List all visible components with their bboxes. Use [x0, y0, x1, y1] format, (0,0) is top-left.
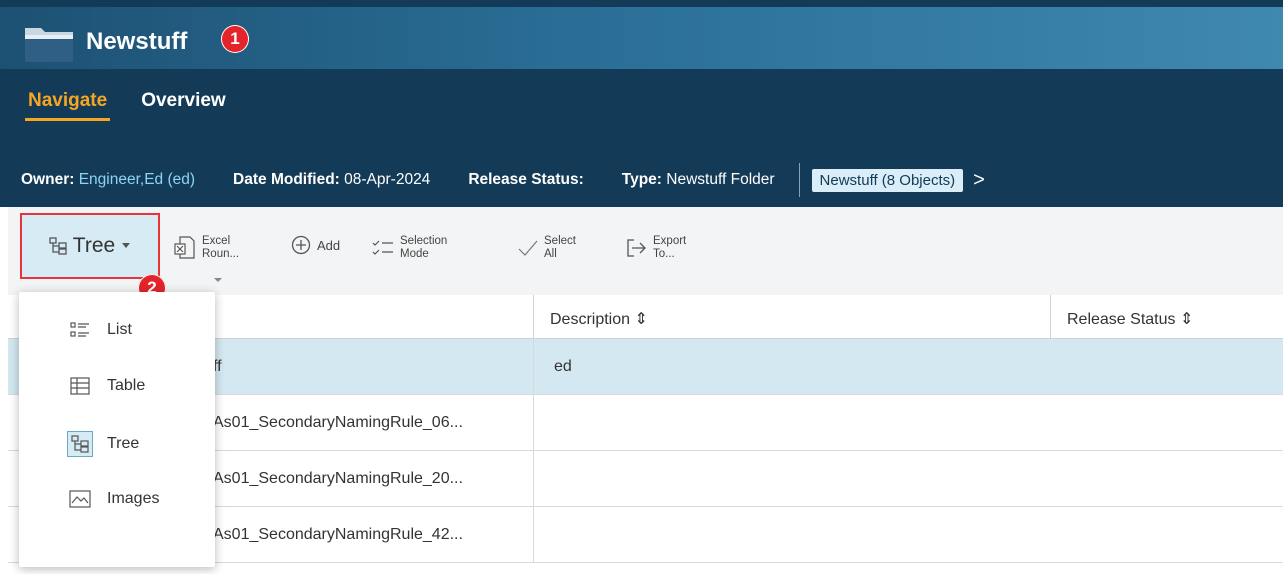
- images-icon: [67, 486, 93, 512]
- add-button[interactable]: Add: [291, 235, 340, 255]
- chevron-right-icon[interactable]: >: [973, 169, 985, 192]
- menu-item-images[interactable]: Images: [67, 486, 159, 512]
- checklist-icon: [372, 240, 393, 255]
- select-all-button[interactable]: Select All: [518, 235, 576, 261]
- owner-info: Owner: Engineer,Ed (ed): [21, 171, 196, 188]
- folder-icon: [25, 28, 73, 62]
- menu-item-table[interactable]: Table: [67, 373, 145, 399]
- caret-down-icon: [122, 243, 131, 248]
- menu-item-tree[interactable]: Tree: [67, 431, 139, 457]
- release-info: Release Status:: [468, 171, 584, 188]
- view-mode-label: Tree: [72, 234, 116, 257]
- menu-item-list[interactable]: List: [67, 317, 132, 343]
- tab-navigate[interactable]: Navigate: [24, 90, 111, 121]
- date-info: Date Modified: 08-Apr-2024: [233, 171, 431, 188]
- tab-bar: Navigate Overview: [24, 90, 226, 121]
- page-title: Newstuff: [86, 28, 188, 55]
- tab-overview[interactable]: Overview: [141, 90, 226, 112]
- title-strip: Newstuff 1: [0, 7, 1283, 69]
- header-bar: Newstuff 1 Navigate Overview Owner: Engi…: [0, 0, 1283, 207]
- selection-mode-button[interactable]: Selection Mode: [372, 235, 447, 261]
- excel-icon: [174, 236, 195, 259]
- list-icon: [67, 317, 93, 343]
- caret-down-icon[interactable]: [213, 277, 223, 284]
- tree-icon: [67, 431, 93, 457]
- step-badge-1: 1: [221, 25, 249, 53]
- plus-circle-icon: [291, 235, 311, 255]
- divider: [798, 163, 800, 197]
- column-header-description[interactable]: Description ⇕: [534, 295, 1051, 339]
- tree-icon: [49, 237, 67, 255]
- type-info: Type: Newstuff Folder: [621, 171, 775, 188]
- view-mode-button[interactable]: Tree: [20, 213, 160, 279]
- checkmark-icon: [518, 240, 538, 256]
- column-header-release-status[interactable]: Release Status ⇕: [1051, 295, 1283, 339]
- table-icon: [67, 373, 93, 399]
- breadcrumb[interactable]: Newstuff (8 Objects): [811, 168, 964, 192]
- excel-roundtrip-button[interactable]: Excel Roun...: [174, 235, 239, 261]
- export-button[interactable]: Export To...: [625, 235, 686, 261]
- view-mode-menu: List Table Tree Images: [19, 292, 215, 567]
- toolbar: Tree 2 Excel Roun... Add Selection Mode: [8, 207, 1283, 302]
- owner-link[interactable]: Engineer,Ed (ed): [79, 171, 195, 188]
- export-icon: [627, 239, 646, 257]
- info-row: Owner: Engineer,Ed (ed) Date Modified: 0…: [21, 163, 985, 197]
